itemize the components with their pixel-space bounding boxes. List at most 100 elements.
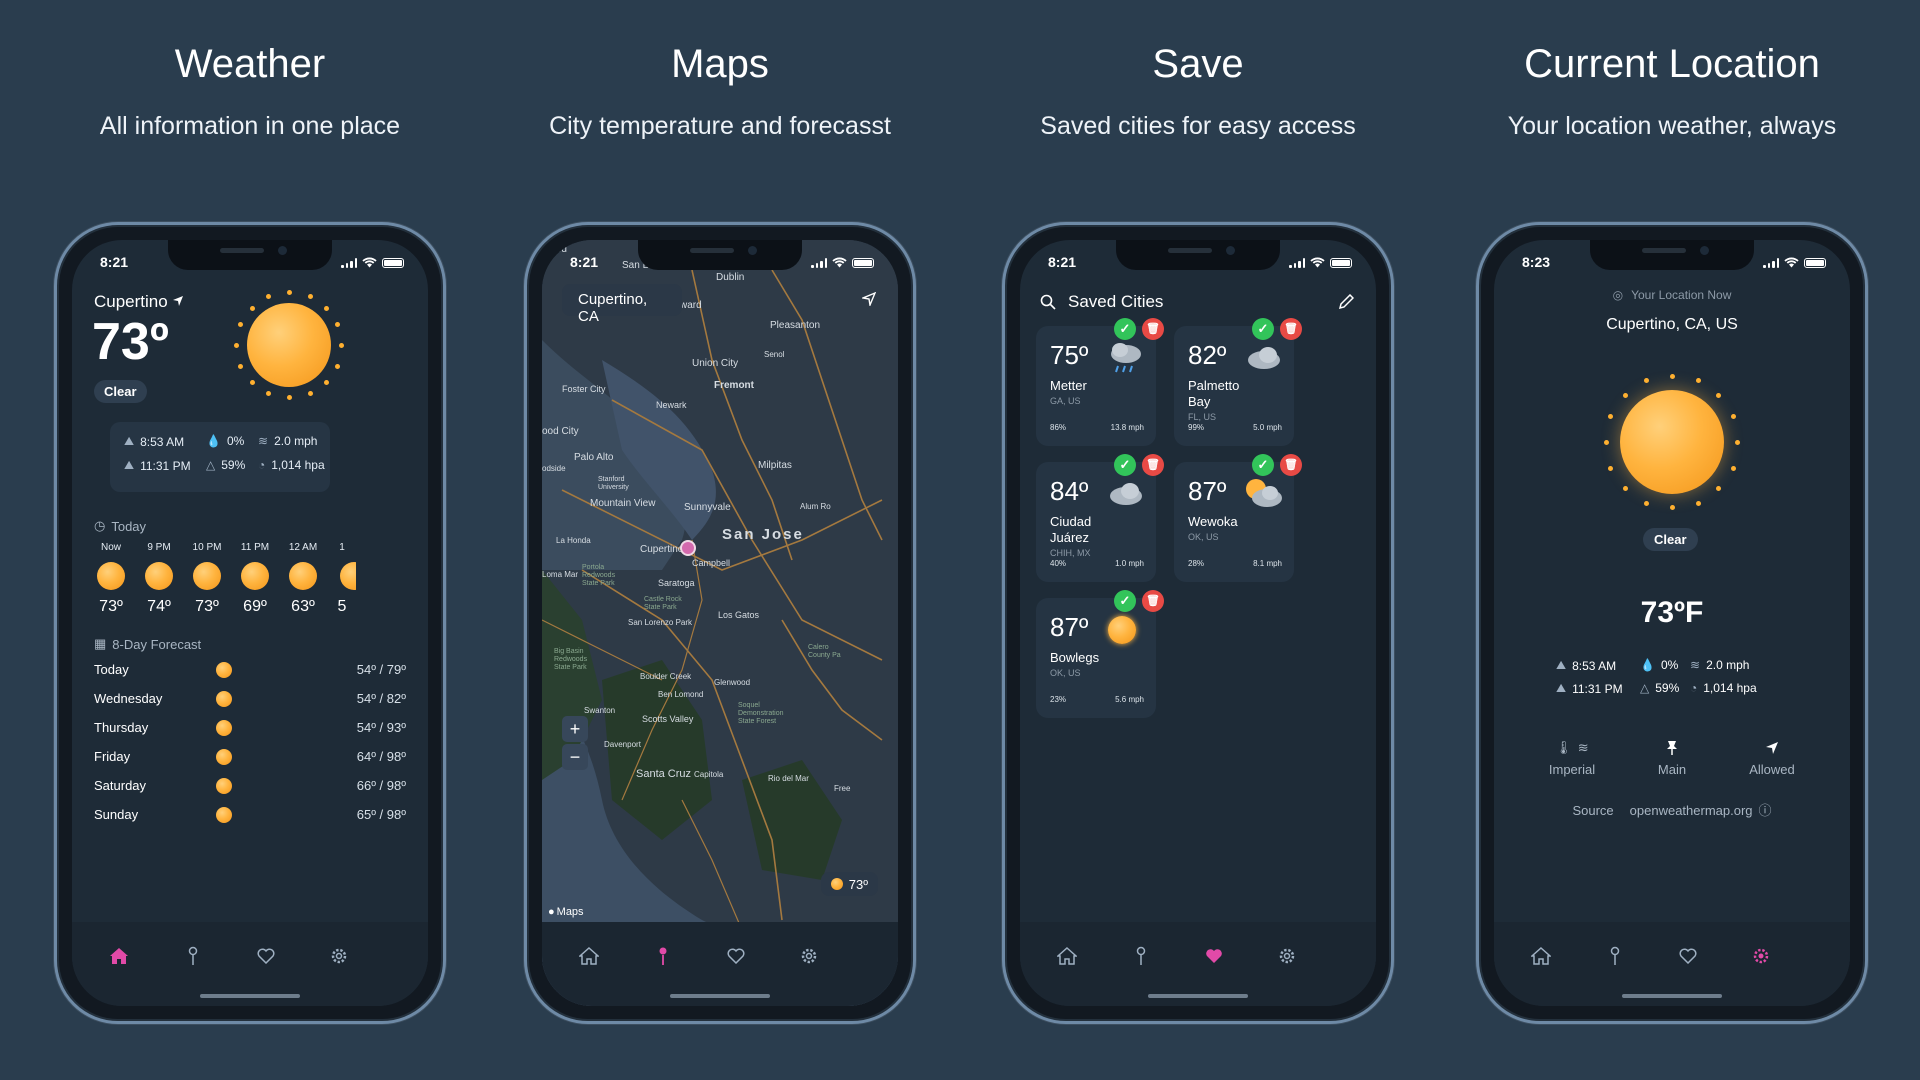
edit-icon[interactable] [1338, 294, 1354, 310]
status-bar: 8:21 [100, 254, 404, 272]
data-source-row[interactable]: Source openweathermap.org ⓘ [1494, 800, 1850, 819]
panel-current-location: Current Location Your location weather, … [1432, 0, 1912, 1080]
sun-icon [234, 290, 344, 400]
pressure-value: 1,014 hpa [1703, 681, 1757, 695]
city-temp: 87º [1188, 476, 1227, 506]
city-card[interactable]: ✓ 🗑 82º Palmetto Bay FL, US 99% 5.0 mph [1174, 318, 1302, 446]
map-pin-tab-icon[interactable] [648, 944, 678, 968]
status-time: 8:21 [570, 254, 599, 270]
signal-icon [1289, 257, 1305, 268]
city-card[interactable]: ✓ 🗑 75º Metter GA, US 86% 13.8 mph [1036, 318, 1164, 446]
heart-tab-icon[interactable] [1199, 944, 1229, 968]
sunset-icon: ⛰ [1556, 681, 1567, 695]
map-label: Foster City [562, 384, 606, 394]
map-pin-marker[interactable] [680, 540, 696, 556]
map-label: Fremont [714, 380, 754, 391]
map-pin-tab-icon[interactable] [1126, 944, 1156, 968]
search-icon[interactable] [1040, 294, 1056, 310]
permission-label: Allowed [1749, 762, 1795, 777]
gear-tab-icon[interactable] [324, 944, 354, 968]
heart-tab-icon[interactable] [251, 944, 281, 968]
map-label: Capitola [694, 770, 724, 779]
info-icon[interactable]: ⓘ [1759, 803, 1772, 818]
trash-icon[interactable]: 🗑 [1280, 318, 1302, 340]
trash-icon[interactable]: 🗑 [1142, 590, 1164, 612]
forecast-row: Thursday 54º / 93º [94, 720, 406, 736]
gear-tab-icon[interactable] [1272, 944, 1302, 968]
map-label: Rio del Mar [768, 774, 809, 783]
map-label: San Jose [722, 526, 804, 543]
heart-tab-icon[interactable] [1673, 944, 1703, 968]
panel-maps: Maps City temperature and forecasst nied… [480, 0, 960, 1080]
battery-icon [382, 257, 404, 268]
precip-value: 0% [1660, 658, 1679, 672]
map-label: ward [680, 300, 702, 311]
gear-tab-icon[interactable] [794, 944, 824, 968]
check-icon[interactable]: ✓ [1114, 318, 1136, 340]
map-temp-chip[interactable]: 73º [820, 872, 878, 896]
map-pin-tab-icon[interactable] [1600, 944, 1630, 968]
city-card[interactable]: ✓ 🗑 84º Ciudad Juárez CHIH, MX 40% 1.0 mp… [1036, 454, 1164, 582]
units-setting[interactable]: 🌡 ≋ Imperial [1532, 738, 1612, 777]
home-tab-icon[interactable] [574, 944, 604, 968]
map-label: odside [542, 464, 566, 473]
wind-value: 1.0 mph [1115, 559, 1144, 568]
wifi-icon [832, 257, 847, 268]
location-temp: 73ºF [1640, 596, 1704, 629]
city-name: Bowlegs [1050, 650, 1100, 665]
cloud-icon [1110, 483, 1142, 505]
check-icon[interactable]: ✓ [1252, 318, 1274, 340]
hourly-item: 10 PM 73º [192, 542, 222, 615]
city-card[interactable]: ✓ 🗑 87º Wewoka OK, US 28% 8.1 mph [1174, 454, 1302, 582]
sun-icon [830, 878, 843, 890]
city-row[interactable]: Cupertino [94, 292, 184, 312]
target-icon: ◎ [1612, 288, 1624, 302]
battery-icon [1330, 257, 1352, 268]
trash-icon[interactable]: 🗑 [1142, 454, 1164, 476]
sun-icon [216, 662, 232, 678]
zoom-in-button[interactable]: + [562, 716, 588, 742]
check-icon[interactable]: ✓ [1114, 590, 1136, 612]
tagline: Your location weather, always [1507, 112, 1837, 140]
panel-save: Save Saved cities for easy access 8:21 S… [958, 0, 1438, 1080]
signal-icon [341, 257, 357, 268]
gear-tab-icon[interactable] [1746, 944, 1776, 968]
wifi-icon [362, 257, 377, 268]
map-label: Campbell [692, 558, 731, 568]
home-tab-icon[interactable] [1526, 944, 1556, 968]
wind-icon: ≋ [1690, 658, 1701, 672]
apple-logo-icon: ● [548, 906, 555, 918]
pressure-icon: ◔ [258, 458, 266, 472]
map-view[interactable]: nied San Leandro Dublin ward Pleasanton … [542, 240, 898, 1006]
default-screen-setting[interactable]: Main [1632, 738, 1712, 777]
clock-icon: ◷ [94, 518, 106, 533]
map-pin-tab-icon[interactable] [178, 944, 208, 968]
trash-icon[interactable]: 🗑 [1142, 318, 1164, 340]
screen: 8:21 Cupertino 73º Clear ⛰ 8:53 AM ⛰ 11:… [72, 240, 428, 1006]
home-tab-icon[interactable] [1052, 944, 1082, 968]
map-label: Ben Lomond [658, 690, 704, 699]
humidity-value: 86% [1050, 423, 1067, 432]
today-section-title: ◷ Today [94, 518, 147, 534]
home-indicator [1148, 994, 1248, 998]
map-search-field[interactable]: Cupertino, CA [562, 284, 682, 325]
location-arrow-icon[interactable] [862, 292, 876, 306]
trash-icon[interactable]: 🗑 [1280, 454, 1302, 476]
sunset-value: 11:31 PM [1572, 681, 1623, 696]
source-label: Source [1572, 803, 1614, 818]
zoom-out-button[interactable]: − [562, 744, 588, 770]
map-label: Glenwood [714, 678, 751, 687]
city-card[interactable]: ✓ 🗑 87º Bowlegs OK, US 23% 5.6 mph [1036, 590, 1164, 718]
home-tab-icon[interactable] [104, 944, 134, 968]
location-permission-setting[interactable]: Allowed [1732, 738, 1812, 777]
check-icon[interactable]: ✓ [1252, 454, 1274, 476]
signal-icon [811, 257, 827, 268]
hourly-item: 11 PM 69º [240, 542, 270, 615]
phone-frame: 8:21 Cupertino 73º Clear ⛰ 8:53 AM ⛰ 11:… [54, 222, 446, 1024]
headline: Weather [174, 42, 326, 86]
check-icon[interactable]: ✓ [1114, 454, 1136, 476]
heart-tab-icon[interactable] [721, 944, 751, 968]
forecast-row: Saturday 66º / 98º [94, 778, 406, 794]
sun-icon [216, 778, 232, 794]
humidity-value: 40% [1050, 559, 1067, 568]
